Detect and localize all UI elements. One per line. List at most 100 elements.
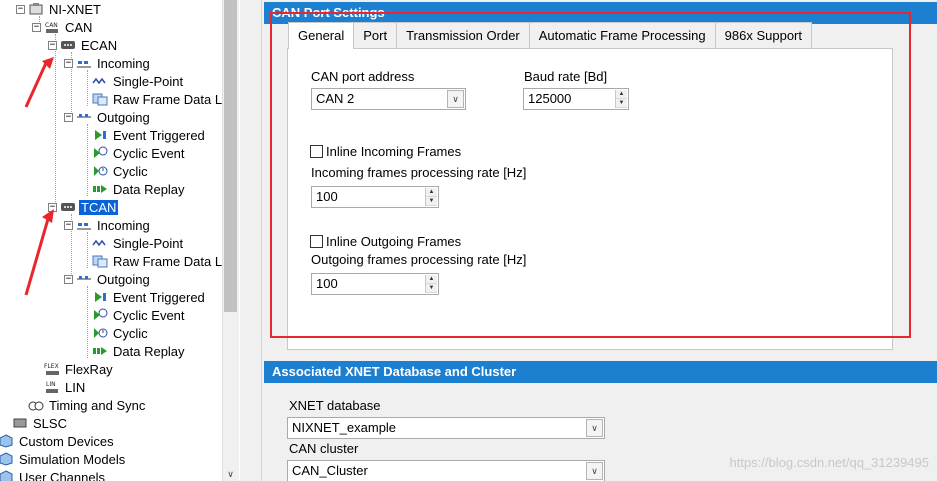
tree-item-cyclic-event[interactable]: Cyclic Event	[92, 306, 187, 324]
tree-item-outgoing[interactable]: − Outgoing	[64, 270, 152, 288]
splitter[interactable]	[240, 0, 262, 481]
xnet-database-select[interactable]: NIXNET_example ∨	[287, 417, 605, 439]
stepper-arrows[interactable]: ▲ ▼	[425, 275, 437, 293]
tree-item-slsc[interactable]: SLSC	[12, 414, 69, 432]
tree-label-selected: TCAN	[79, 199, 119, 215]
raw-frame-icon	[92, 254, 108, 268]
tree-item-data-replay[interactable]: Data Replay	[92, 180, 187, 198]
port-icon	[60, 200, 76, 214]
chevron-down-icon[interactable]: ∨	[586, 462, 603, 480]
tree-label: Data Replay	[113, 343, 185, 359]
tree-label: Cyclic Event	[113, 307, 185, 323]
cyclic-event-icon	[92, 146, 108, 160]
tree-item-raw-frame[interactable]: Raw Frame Data Lo	[92, 90, 222, 108]
tree-item-cyclic[interactable]: Cyclic	[92, 162, 150, 180]
svg-text:LIN: LIN	[46, 381, 56, 388]
collapse-icon[interactable]: −	[48, 40, 57, 50]
tree-label: Single-Point	[113, 235, 184, 251]
baud-rate-stepper[interactable]: 125000 ▲ ▼	[523, 88, 629, 110]
tree-item-lin[interactable]: LIN LIN	[44, 378, 87, 396]
inline-incoming-checkbox[interactable]: Inline Incoming Frames	[310, 144, 461, 159]
can-port-address-select[interactable]: CAN 2 ∨	[311, 88, 466, 110]
svg-text:CAN: CAN	[45, 22, 58, 29]
stepper-arrows[interactable]: ▲ ▼	[425, 188, 437, 206]
arrow-down-icon[interactable]: ▼	[426, 197, 437, 206]
can-cluster-select[interactable]: CAN_Cluster ∨	[287, 460, 605, 481]
tree-label: CAN	[65, 19, 93, 35]
stepper-arrows[interactable]: ▲ ▼	[615, 90, 627, 108]
tree-item-ni-xnet[interactable]: − NI-XNET	[16, 0, 103, 18]
tab-automatic-frame-processing[interactable]: Automatic Frame Processing	[528, 22, 716, 48]
tree-label: Raw Frame Data Lo	[113, 253, 222, 269]
checkbox-box[interactable]	[310, 145, 323, 158]
chevron-down-icon[interactable]: ∨	[586, 419, 603, 437]
tree-label: Event Triggered	[113, 289, 205, 305]
tree-item-event-triggered[interactable]: Event Triggered	[92, 288, 207, 306]
arrow-up-icon[interactable]: ▲	[616, 90, 627, 99]
arrow-up-icon[interactable]: ▲	[426, 275, 437, 284]
outgoing-rate-stepper[interactable]: 100 ▲ ▼	[311, 273, 439, 295]
annotation-arrow	[24, 57, 54, 108]
event-triggered-icon	[92, 290, 108, 304]
incoming-rate-stepper[interactable]: 100 ▲ ▼	[311, 186, 439, 208]
scroll-down-icon[interactable]: ∨	[224, 468, 237, 481]
port-icon	[60, 38, 76, 52]
arrow-down-icon[interactable]: ▼	[616, 99, 627, 108]
data-replay-icon	[92, 182, 108, 196]
tab-986x-support[interactable]: 986x Support	[714, 22, 812, 48]
cube-icon	[0, 470, 14, 481]
stepper-value: 100	[316, 276, 338, 291]
tree-item-simulation-models[interactable]: Simulation Models	[0, 450, 127, 468]
tree-label: Incoming	[97, 55, 150, 71]
tab-port[interactable]: Port	[353, 22, 398, 48]
tree-item-raw-frame[interactable]: Raw Frame Data Lo	[92, 252, 222, 270]
collapse-icon[interactable]: −	[64, 220, 73, 230]
arrow-down-icon[interactable]: ▼	[426, 284, 437, 293]
tree-item-can[interactable]: − CAN CAN	[32, 18, 94, 36]
tree-item-timing-sync[interactable]: Timing and Sync	[28, 396, 147, 414]
tab-transmission-order[interactable]: Transmission Order	[396, 22, 530, 48]
tree-item-incoming[interactable]: − Incoming	[64, 54, 152, 72]
outgoing-icon	[76, 272, 92, 286]
tree-label: Simulation Models	[19, 451, 126, 467]
tree-connector	[87, 232, 88, 268]
tree-item-incoming[interactable]: − Incoming	[64, 216, 152, 234]
settings-tabs: General Port Transmission Order Automati…	[288, 22, 812, 49]
tree-item-single-point[interactable]: Single-Point	[92, 234, 185, 252]
can-port-address-label: CAN port address	[311, 69, 415, 84]
tree-label: Cyclic Event	[113, 145, 185, 161]
collapse-icon[interactable]: −	[64, 274, 73, 284]
collapse-icon[interactable]: −	[64, 58, 73, 68]
flexray-icon: FLEX	[44, 362, 60, 376]
chevron-down-icon[interactable]: ∨	[447, 90, 464, 108]
tree-item-cyclic[interactable]: Cyclic	[92, 324, 150, 342]
lin-icon: LIN	[44, 380, 60, 394]
data-replay-icon	[92, 344, 108, 358]
tree-item-single-point[interactable]: Single-Point	[92, 72, 185, 90]
collapse-icon[interactable]: −	[32, 22, 41, 32]
tree-item-cyclic-event[interactable]: Cyclic Event	[92, 144, 187, 162]
tree-item-ecan[interactable]: − ECAN	[48, 36, 119, 54]
tree-item-event-triggered[interactable]: Event Triggered	[92, 126, 207, 144]
tree-label: Timing and Sync	[49, 397, 146, 413]
collapse-icon[interactable]: −	[64, 112, 73, 122]
section-header-port-settings: CAN Port Settings	[264, 2, 937, 24]
incoming-icon	[76, 218, 92, 232]
scrollbar-thumb[interactable]	[224, 0, 237, 312]
outgoing-rate-label: Outgoing frames processing rate [Hz]	[311, 252, 527, 267]
checkbox-box[interactable]	[310, 235, 323, 248]
tree-label: Cyclic	[113, 325, 148, 341]
navigation-tree: − NI-XNET − CAN CAN − ECAN − Incoming Si…	[0, 0, 222, 481]
tree-item-flexray[interactable]: FLEX FlexRay	[44, 360, 115, 378]
tree-item-user-channels[interactable]: User Channels	[0, 468, 107, 481]
inline-outgoing-checkbox[interactable]: Inline Outgoing Frames	[310, 234, 461, 249]
collapse-icon[interactable]: −	[16, 4, 25, 14]
single-point-icon	[92, 236, 108, 250]
arrow-up-icon[interactable]: ▲	[426, 188, 437, 197]
tree-label: User Channels	[19, 469, 105, 481]
cyclic-icon	[92, 326, 108, 340]
tree-item-data-replay[interactable]: Data Replay	[92, 342, 187, 360]
tree-item-outgoing[interactable]: − Outgoing	[64, 108, 152, 126]
tree-item-custom-devices[interactable]: Custom Devices	[0, 432, 116, 450]
tab-general[interactable]: General	[288, 22, 355, 49]
